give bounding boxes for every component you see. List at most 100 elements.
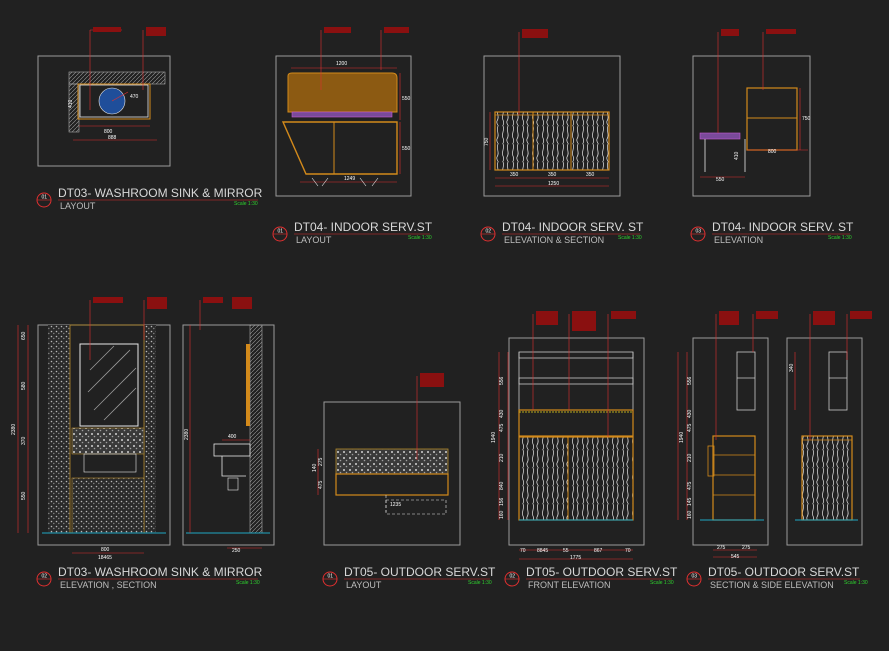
dim-label: 550 (402, 146, 411, 152)
dim-label: 867 (594, 548, 603, 554)
dim-label: 340 (789, 363, 795, 372)
view-subtitle: SECTION & SIDE ELEVATION (710, 580, 834, 590)
title-number: 02 (510, 574, 516, 580)
material-tag (384, 27, 409, 33)
panel-dt05-front-elevation: 556 430 475 210 840 156 160 1940 70 8845… (491, 311, 645, 561)
dim-label: 430 (499, 409, 505, 418)
dim-label: 750 (802, 116, 811, 122)
panel-dt04-elevation-section: 750 350 350 350 1250 (483, 29, 621, 197)
dim-label: 750 (484, 137, 490, 146)
view-title: DT04- INDOOR SERV. ST (502, 220, 644, 234)
dim-label: 350 (510, 172, 519, 178)
view-title: DT05- OUTDOOR SERV.ST (708, 565, 860, 579)
scale-label: Scale 1:30 (828, 235, 852, 241)
title-number: 01 (328, 574, 334, 580)
material-tag (146, 27, 166, 36)
scale-label: Scale 1:30 (844, 580, 868, 586)
title-block: 03 DT05- OUTDOOR SERV.ST SECTION & SIDE … (686, 565, 868, 590)
panel-dt05-layout: 140 275 475 1235 (312, 373, 461, 546)
dim-label: 1235 (390, 502, 401, 508)
dim-label: 410 (734, 151, 740, 160)
dim-label: 1249 (344, 176, 355, 182)
dim-label: 8845 (537, 548, 548, 554)
dim-label: 550 (21, 491, 27, 500)
dim-label: 160 (499, 510, 505, 519)
dim-label: 2380 (184, 429, 190, 440)
scale-label: Scale 1:30 (236, 580, 260, 586)
material-tag (420, 373, 444, 387)
title-number: 02 (42, 574, 48, 580)
dim-label: 145 (687, 497, 693, 506)
panel-dt04-elevation: 800 550 750 410 (692, 29, 811, 197)
panel-dt03-section: 400 250 2380 (182, 297, 275, 554)
title-block: 01 DT05- OUTDOOR SERV.ST LAYOUT Scale 1:… (322, 565, 496, 590)
panel-dt03-elevation: 650 580 370 550 2380 800 18465 (11, 297, 171, 561)
panel-dt05-side-elevation: 340 (786, 311, 872, 546)
title-number: 02 (486, 229, 492, 235)
dim-label: 475 (318, 480, 324, 489)
material-tag (756, 311, 778, 319)
dim-label: 1200 (336, 61, 347, 67)
material-tag (719, 311, 739, 325)
dim-label: 275 (742, 545, 751, 551)
dim-label: 210 (499, 453, 505, 462)
material-tag (572, 311, 596, 331)
panel-dt03-layout: 470 800 888 410 (37, 27, 171, 167)
title-block: 02 DT04- INDOOR SERV. ST ELEVATION & SEC… (480, 220, 644, 245)
view-subtitle: ELEVATION & SECTION (504, 235, 604, 245)
title-block: 02 DT05- OUTDOOR SERV.ST FRONT ELEVATION… (504, 565, 678, 590)
dim-label: 70 (520, 548, 526, 554)
dim-label: 18465 (98, 555, 112, 561)
view-title: DT05- OUTDOOR SERV.ST (526, 565, 678, 579)
title-block: 02 DT03- WASHROOM SINK & MIRROR ELEVATIO… (36, 565, 263, 590)
dim-label: 1940 (679, 432, 685, 443)
dim-label: 470 (130, 94, 139, 100)
material-tag (93, 27, 121, 32)
material-tag (232, 297, 252, 309)
dim-label: 1250 (548, 181, 559, 187)
scale-label: Scale 1:30 (408, 235, 432, 241)
dim-label: 210 (687, 453, 693, 462)
dim-label: 545 (731, 554, 740, 560)
dim-label: 840 (499, 481, 505, 490)
title-number: 01 (278, 229, 284, 235)
view-title: DT03- WASHROOM SINK & MIRROR (58, 565, 263, 579)
view-subtitle: LAYOUT (60, 201, 96, 211)
title-block: 01 DT04- INDOOR SERV.ST LAYOUT Scale 1:3… (272, 220, 433, 245)
view-subtitle: LAYOUT (296, 235, 332, 245)
title-number: 03 (692, 574, 698, 580)
dim-label: 160 (687, 510, 693, 519)
view-title: DT05- OUTDOOR SERV.ST (344, 565, 496, 579)
material-tag (850, 311, 872, 319)
material-tag (611, 311, 636, 319)
dim-label: 1775 (570, 555, 581, 561)
scale-label: Scale 1:30 (618, 235, 642, 241)
material-tag (203, 297, 223, 303)
view-title: DT03- WASHROOM SINK & MIRROR (58, 186, 263, 200)
panel-dt05-section: 556 430 475 210 475 145 160 1940 275 275… (677, 311, 778, 560)
material-tag (147, 297, 167, 309)
dim-label: 410 (68, 99, 74, 108)
dim-label: 350 (586, 172, 595, 178)
title-number: 03 (696, 229, 702, 235)
dim-label: 55 (563, 548, 569, 554)
dim-label: 475 (687, 481, 693, 490)
scale-label: Scale 1:30 (234, 201, 258, 207)
dim-label: 888 (108, 135, 117, 141)
dim-label: 350 (548, 172, 557, 178)
view-subtitle: FRONT ELEVATION (528, 580, 611, 590)
dim-label: 475 (687, 423, 693, 432)
material-tag (522, 29, 548, 38)
view-subtitle: ELEVATION (714, 235, 763, 245)
dim-label: 430 (687, 409, 693, 418)
material-tag (813, 311, 835, 325)
scale-label: Scale 1:30 (468, 580, 492, 586)
dim-label: 475 (499, 423, 505, 432)
dim-label: 650 (21, 331, 27, 340)
dim-label: 550 (402, 96, 411, 102)
dim-label: 800 (101, 547, 110, 553)
title-block: 01 DT03- WASHROOM SINK & MIRROR LAYOUT S… (36, 186, 263, 211)
dim-label: 250 (232, 548, 241, 554)
dim-label: 2380 (11, 424, 17, 435)
view-subtitle: ELEVATION , SECTION (60, 580, 157, 590)
